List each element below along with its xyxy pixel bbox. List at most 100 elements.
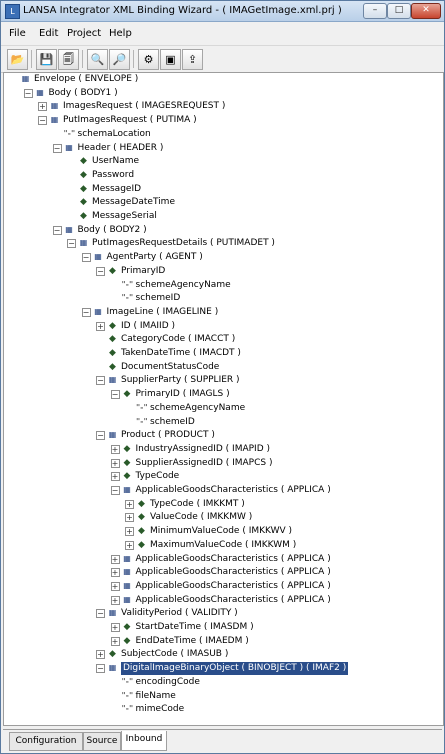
expand-toggle-icon[interactable]: + (96, 650, 105, 660)
tree-node[interactable]: − ▦ Product ( PRODUCT ) (4, 429, 439, 442)
collapse-toggle-icon[interactable]: − (96, 376, 105, 386)
tree-node-label[interactable]: ApplicableGoodsCharacteristics ( APPLICA… (136, 594, 331, 607)
collapse-toggle-icon[interactable]: − (96, 664, 105, 674)
collapse-toggle-icon[interactable]: − (110, 390, 120, 400)
tree-node-label[interactable]: Product ( PRODUCT ) (121, 429, 215, 442)
close-button[interactable]: ✕ (411, 3, 441, 19)
tree-node-label[interactable]: Password (92, 169, 134, 182)
tree-node[interactable]: ◆ DocumentStatusCode (4, 361, 439, 374)
tree-node-label[interactable]: Envelope ( ENVELOPE ) (34, 73, 138, 86)
tree-node-label[interactable]: mimeCode (136, 703, 185, 716)
tree-node[interactable]: "-" mimeCode (4, 703, 439, 716)
expand-toggle-icon[interactable]: + (110, 636, 120, 646)
tree-node-label[interactable]: TakenDateTime ( IMACDT ) (121, 347, 241, 360)
tree-node-label[interactable]: encodingCode (136, 676, 200, 689)
find-next-button[interactable]: 🔎 (109, 49, 130, 70)
tree-node[interactable]: − ▦ ValidityPeriod ( VALIDITY ) (4, 607, 439, 620)
tree-node[interactable]: + ◆ TypeCode ( IMKKMT ) (4, 498, 439, 511)
find-button[interactable]: 🔍 (87, 49, 108, 70)
tree-node[interactable]: "-" schemeID (4, 292, 439, 305)
tree-node-label[interactable]: ID ( IMAIID ) (121, 320, 175, 333)
tree-node[interactable]: − ▦ ApplicableGoodsCharacteristics ( APPLI… (4, 484, 439, 497)
tree-node-label[interactable]: ApplicableGoodsCharacteristics ( APPLICA… (136, 484, 331, 497)
tree-node[interactable]: "-" schemeAgencyName (4, 402, 439, 415)
tree-node[interactable]: ◆ MessageDateTime (4, 196, 439, 209)
collapse-toggle-icon[interactable]: − (96, 431, 105, 441)
tree-node-label[interactable]: PrimaryID ( IMAGLS ) (136, 388, 230, 401)
expand-toggle-icon[interactable]: + (96, 321, 105, 331)
expand-toggle-icon[interactable]: + (125, 499, 134, 509)
tree-node[interactable]: ◆ MessageSerial (4, 210, 439, 223)
tree-node-label[interactable]: Body ( BODY2 ) (78, 224, 147, 237)
tree-node-label[interactable]: SupplierAssignedID ( IMAPCS ) (136, 457, 273, 470)
expand-toggle-icon[interactable]: + (110, 595, 120, 605)
tree-node[interactable]: − ▦ Body ( BODY1 ) (4, 87, 439, 100)
tree-node-label[interactable]: DigitalImageBinaryObject ( BINOBJECT ) (… (121, 662, 349, 676)
expand-toggle-icon[interactable]: + (110, 444, 120, 454)
tree-node-label[interactable]: fileName (136, 690, 176, 703)
tree-node[interactable]: + ◆ StartDateTime ( IMASDM ) (4, 621, 439, 634)
tree-node-label[interactable]: MessageDateTime (92, 196, 175, 209)
tree-node[interactable]: "-" encodingCode (4, 676, 439, 689)
tree-node[interactable]: + ◆ IndustryAssignedID ( IMAPID ) (4, 443, 439, 456)
tab-configuration[interactable]: Configuration (9, 732, 83, 751)
tree-node[interactable]: ◆ Password (4, 169, 439, 182)
tree-node-label[interactable]: Header ( HEADER ) (78, 142, 164, 155)
tree-node[interactable]: + ◆ MaximumValueCode ( IMKKWM ) (4, 539, 439, 552)
tree-node-label[interactable]: IndustryAssignedID ( IMAPID ) (136, 443, 271, 456)
collapse-toggle-icon[interactable]: − (23, 88, 33, 98)
tree-node-label[interactable]: schemeID (136, 292, 181, 305)
minimize-button[interactable]: – (363, 3, 387, 19)
collapse-toggle-icon[interactable]: − (67, 239, 76, 249)
tree-node-label[interactable]: MaximumValueCode ( IMKKWM ) (150, 539, 296, 552)
tree-node[interactable]: − ▦ SupplierParty ( SUPPLIER ) (4, 374, 439, 387)
expand-toggle-icon[interactable]: + (110, 623, 120, 632)
save-button[interactable]: 💾 (36, 49, 57, 70)
tree-node[interactable]: "-" fileName (4, 690, 439, 703)
tree-node[interactable]: + ◆ ID ( IMAIID ) (4, 320, 439, 333)
tree-node[interactable]: + ◆ SubjectCode ( IMASUB ) (4, 648, 439, 661)
expand-toggle-icon[interactable]: + (110, 458, 120, 468)
tree-node-label[interactable]: ValueCode ( IMKKMW ) (150, 511, 252, 524)
tree-node[interactable]: ◆ TakenDateTime ( IMACDT ) (4, 347, 439, 360)
export-button[interactable]: ⇪ (182, 49, 203, 70)
tree-node-label[interactable]: ApplicableGoodsCharacteristics ( APPLICA… (136, 553, 331, 566)
collapse-toggle-icon[interactable]: − (38, 116, 47, 126)
tree-node[interactable]: − ◆ PrimaryID ( IMAGLS ) (4, 388, 439, 401)
tree-node[interactable]: − ▦ DigitalImageBinaryObject ( BINOBJECT )… (4, 662, 439, 676)
expand-toggle-icon[interactable]: + (110, 472, 120, 482)
tree-node-label[interactable]: MessageSerial (92, 210, 157, 223)
tree-node[interactable]: + ◆ EndDateTime ( IMAEDM ) (4, 635, 439, 648)
generate-button[interactable]: ▣ (160, 49, 181, 70)
expand-toggle-icon[interactable]: + (110, 554, 120, 564)
tree-node-label[interactable]: MessageID (92, 183, 141, 196)
tree-node-label[interactable]: EndDateTime ( IMAEDM ) (136, 635, 249, 648)
tree-node-label[interactable]: ImageLine ( IMAGELINE ) (107, 306, 219, 319)
tree-node[interactable]: + ▦ ApplicableGoodsCharacteristics ( APPLI… (4, 580, 439, 593)
tree-node[interactable]: − ▦ Body ( BODY2 ) (4, 224, 439, 237)
menu-help[interactable]: Help (109, 28, 132, 39)
collapse-toggle-icon[interactable]: − (81, 307, 91, 317)
collapse-toggle-icon[interactable]: − (96, 609, 105, 619)
tree-node[interactable]: + ◆ SupplierAssignedID ( IMAPCS ) (4, 457, 439, 470)
collapse-toggle-icon[interactable]: − (81, 253, 91, 263)
expand-toggle-icon[interactable]: + (125, 527, 134, 537)
tree-node-label[interactable]: SupplierParty ( SUPPLIER ) (121, 374, 240, 387)
collapse-toggle-icon[interactable]: − (96, 266, 105, 276)
tree-node-label[interactable]: TypeCode ( IMKKMT ) (150, 498, 245, 511)
collapse-toggle-icon[interactable]: − (52, 143, 62, 153)
tree-node[interactable]: "-" schemeAgencyName (4, 279, 439, 292)
tree-node-label[interactable]: Body ( BODY1 ) (49, 87, 118, 100)
tree-node[interactable]: "-" schemaLocation (4, 128, 439, 141)
tree-node[interactable]: + ▦ ApplicableGoodsCharacteristics ( APPLI… (4, 594, 439, 607)
tree-node-label[interactable]: schemeAgencyName (136, 279, 231, 292)
tree-node[interactable]: ◆ UserName (4, 155, 439, 168)
tree-node[interactable]: ▦ Envelope ( ENVELOPE ) (4, 73, 439, 86)
tree-node-label[interactable]: schemeAgencyName (150, 402, 245, 415)
tree-node-label[interactable]: AgentParty ( AGENT ) (107, 251, 203, 264)
tree-node-label[interactable]: PrimaryID (121, 265, 165, 278)
tree-node[interactable]: + ◆ MinimumValueCode ( IMKKWV ) (4, 525, 439, 538)
tree-node-label[interactable]: MinimumValueCode ( IMKKWV ) (150, 525, 292, 538)
maximize-button[interactable]: □ (387, 3, 411, 19)
tree-node-label[interactable]: CategoryCode ( IMACCT ) (121, 333, 235, 346)
